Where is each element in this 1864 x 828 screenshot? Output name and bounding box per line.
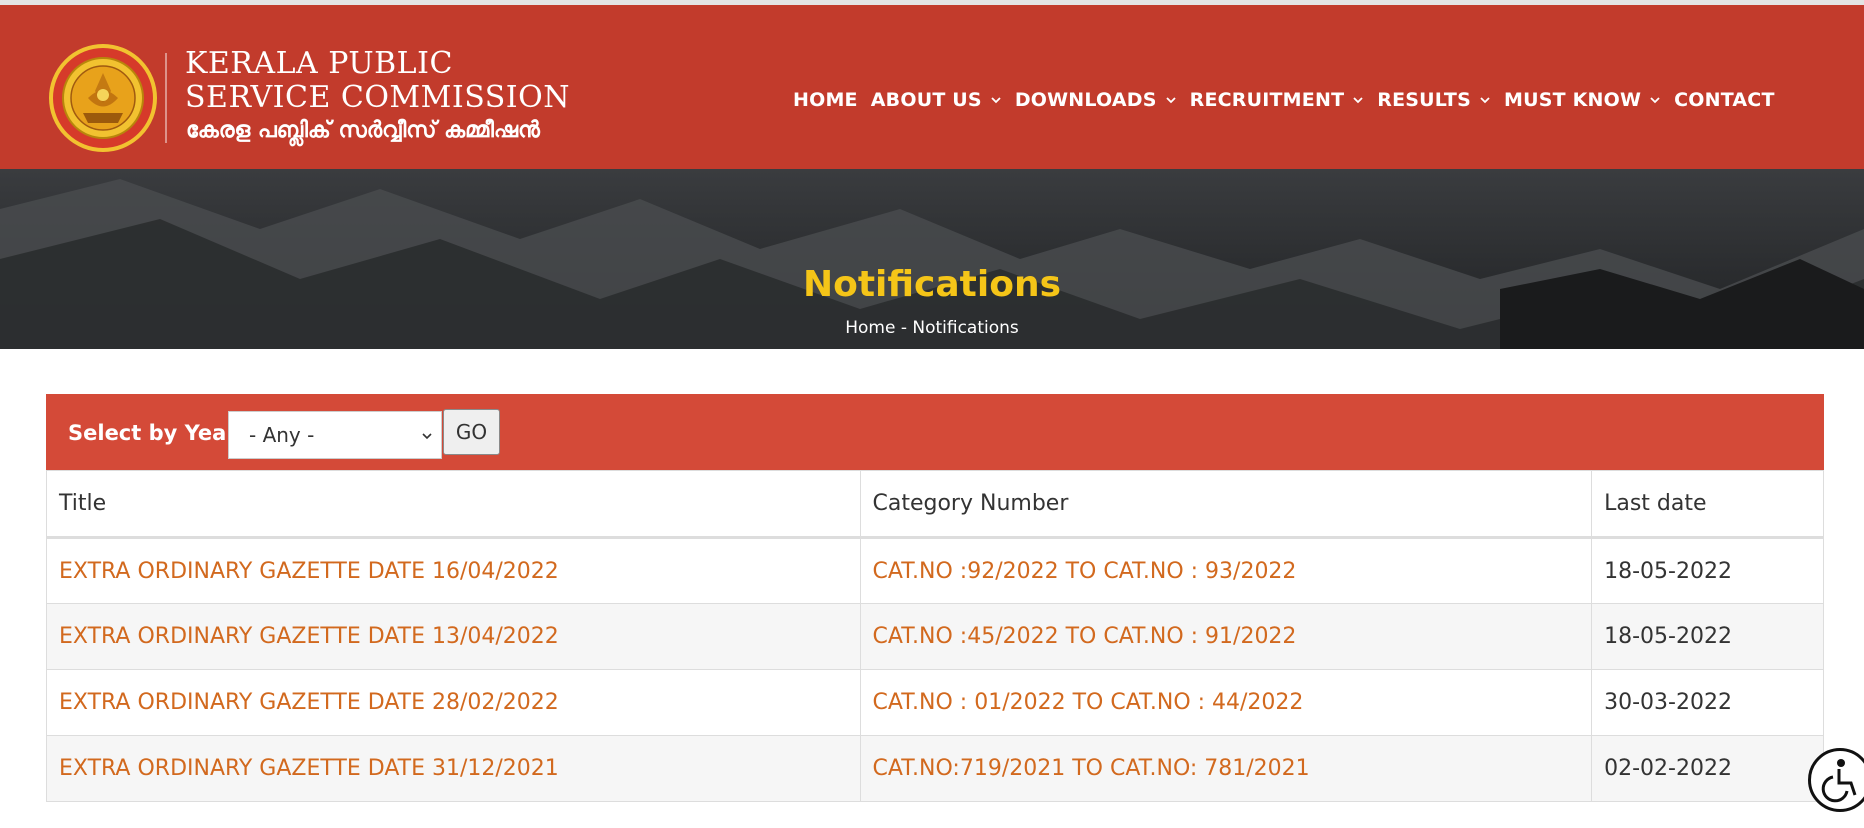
nav-must-know-label: MUST KNOW [1503,89,1642,111]
breadcrumb-separator: - [895,318,913,338]
chevron-down-icon [422,433,432,440]
chevron-down-icon [1166,97,1176,104]
brand-name-malayalam: കേരള പബ്ലിക് സർവ്വീസ് കമ്മീഷൻ [186,118,540,143]
brand-line-1: KERALA PUBLIC [185,46,453,81]
kpsc-seal-logo[interactable] [48,43,158,153]
nav-home-label: HOME [793,89,858,111]
nav-about-us-label: ABOUT US [870,89,982,111]
main-navigation: HOME ABOUT US DOWNLOADS RECRUITMENT RESU… [793,85,1788,115]
accessibility-widget-button[interactable] [1808,748,1864,812]
table-header-row: Title Category Number Last date [46,470,1824,539]
brand-name-english[interactable]: KERALA PUBLIC SERVICE COMMISSION [185,47,570,115]
nav-recruitment-label: RECRUITMENT [1189,89,1345,111]
cell-last-date: 18-05-2022 [1591,537,1824,604]
table-row: EXTRA ORDINARY GAZETTE DATE 28/02/2022 C… [46,669,1824,736]
cell-category: CAT.NO:719/2021 TO CAT.NO: 781/2021 [859,735,1593,802]
table-row: EXTRA ORDINARY GAZETTE DATE 16/04/2022 C… [46,537,1824,604]
nav-about-us[interactable]: ABOUT US [871,89,1002,111]
cell-title: EXTRA ORDINARY GAZETTE DATE 31/12/2021 [46,735,861,802]
nav-results[interactable]: RESULTS [1377,89,1491,111]
chevron-down-icon [1353,97,1363,104]
nav-recruitment[interactable]: RECRUITMENT [1190,89,1365,111]
nav-must-know[interactable]: MUST KNOW [1504,89,1661,111]
cell-category: CAT.NO : 01/2022 TO CAT.NO : 44/2022 [859,669,1593,736]
accessibility-wheelchair-icon [1821,759,1857,803]
go-button[interactable]: GO [443,409,500,455]
nav-home[interactable]: HOME [793,89,858,111]
category-number-link[interactable]: CAT.NO:719/2021 TO CAT.NO: 781/2021 [873,756,1310,781]
year-select[interactable]: - Any - [228,411,442,459]
cell-title: EXTRA ORDINARY GAZETTE DATE 16/04/2022 [46,537,861,604]
nav-results-label: RESULTS [1377,89,1471,111]
category-number-link[interactable]: CAT.NO : 01/2022 TO CAT.NO : 44/2022 [873,690,1304,715]
year-select-value: - Any - [249,423,315,447]
notifications-table: Title Category Number Last date EXTRA OR… [46,470,1824,802]
cell-category: CAT.NO :45/2022 TO CAT.NO : 91/2022 [859,603,1593,670]
column-header-category[interactable]: Category Number [859,470,1593,539]
column-header-last-date[interactable]: Last date [1591,470,1824,539]
cell-last-date: 30-03-2022 [1591,669,1824,736]
logo-divider [165,53,167,143]
notification-title-link[interactable]: EXTRA ORDINARY GAZETTE DATE 31/12/2021 [59,756,559,781]
table-row: EXTRA ORDINARY GAZETTE DATE 31/12/2021 C… [46,735,1824,802]
cell-last-date: 02-02-2022 [1591,735,1824,802]
notification-title-link[interactable]: EXTRA ORDINARY GAZETTE DATE 13/04/2022 [59,624,559,649]
cell-title: EXTRA ORDINARY GAZETTE DATE 13/04/2022 [46,603,861,670]
breadcrumb: Home - Notifications [0,318,1864,338]
notification-title-link[interactable]: EXTRA ORDINARY GAZETTE DATE 28/02/2022 [59,690,559,715]
column-header-title[interactable]: Title [46,470,861,539]
chevron-down-icon [1650,97,1660,104]
page-title: Notifications [802,264,1062,305]
notification-title-link[interactable]: EXTRA ORDINARY GAZETTE DATE 16/04/2022 [59,559,559,584]
category-number-link[interactable]: CAT.NO :92/2022 TO CAT.NO : 93/2022 [873,559,1297,584]
table-row: EXTRA ORDINARY GAZETTE DATE 13/04/2022 C… [46,603,1824,670]
breadcrumb-home[interactable]: Home [845,318,895,338]
site-header: KERALA PUBLIC SERVICE COMMISSION കേരള പബ… [0,5,1864,169]
cell-category: CAT.NO :92/2022 TO CAT.NO : 93/2022 [859,537,1593,604]
chevron-down-icon [1480,97,1490,104]
category-number-link[interactable]: CAT.NO :45/2022 TO CAT.NO : 91/2022 [873,624,1297,649]
chevron-down-icon [991,97,1001,104]
year-filter-bar: Select by Year - Any - GO [46,394,1824,470]
breadcrumb-current: Notifications [912,318,1019,338]
cell-last-date: 18-05-2022 [1591,603,1824,670]
nav-contact-label: CONTACT [1674,89,1775,111]
nav-contact[interactable]: CONTACT [1674,89,1775,111]
nav-downloads-label: DOWNLOADS [1014,89,1157,111]
nav-downloads[interactable]: DOWNLOADS [1015,89,1177,111]
cell-title: EXTRA ORDINARY GAZETTE DATE 28/02/2022 [46,669,861,736]
year-filter-label: Select by Year [68,421,237,445]
brand-line-2: SERVICE COMMISSION [185,80,570,115]
